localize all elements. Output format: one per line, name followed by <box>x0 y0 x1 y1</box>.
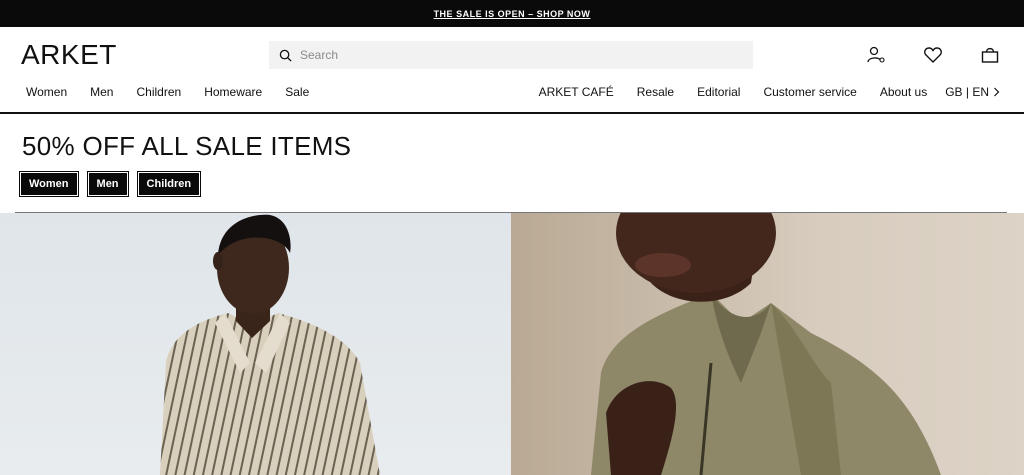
locale-selector[interactable]: GB | EN <box>945 85 1000 99</box>
nav-item-men[interactable]: Men <box>90 85 113 99</box>
search-bar[interactable] <box>269 41 753 69</box>
nav-item-homeware[interactable]: Homeware <box>204 85 262 99</box>
bag-icon <box>981 47 999 63</box>
wishlist-button[interactable] <box>922 44 944 66</box>
logo[interactable]: ARKET <box>21 38 117 72</box>
hero-image-women-illustration <box>160 214 380 475</box>
header-divider <box>0 112 1024 114</box>
category-chips: Women Men Children <box>19 171 211 197</box>
locale-label: GB | EN <box>945 85 989 99</box>
nav-item-customer-service[interactable]: Customer service <box>763 85 856 99</box>
nav-item-cafe[interactable]: ARKET CAFÉ <box>539 85 614 99</box>
account-icon <box>867 46 885 63</box>
search-input[interactable] <box>300 48 720 62</box>
nav-item-about-us[interactable]: About us <box>880 85 927 99</box>
account-button[interactable] <box>865 44 887 66</box>
nav-item-women[interactable]: Women <box>26 85 67 99</box>
nav-item-editorial[interactable]: Editorial <box>697 85 740 99</box>
nav-item-sale[interactable]: Sale <box>285 85 309 99</box>
chip-men[interactable]: Men <box>86 171 129 197</box>
announcement-bar: THE SALE IS OPEN – SHOP NOW <box>0 0 1024 27</box>
main-nav: Women Men Children Homeware Sale <box>26 85 332 99</box>
chip-women[interactable]: Women <box>19 171 79 197</box>
hero-image-men-illustration <box>591 213 941 475</box>
chevron-right-icon <box>994 87 1000 97</box>
page-title: 50% OFF ALL SALE ITEMS <box>22 131 352 161</box>
announcement-link[interactable]: THE SALE IS OPEN – SHOP NOW <box>434 9 591 19</box>
heart-icon <box>924 47 942 63</box>
chip-children[interactable]: Children <box>136 171 202 197</box>
bag-button[interactable] <box>979 44 1001 66</box>
nav-item-children[interactable]: Children <box>136 85 181 99</box>
hero-image-men[interactable] <box>511 213 1024 475</box>
hero-image-women[interactable] <box>0 213 511 475</box>
nav-item-resale[interactable]: Resale <box>637 85 674 99</box>
secondary-nav: ARKET CAFÉ Resale Editorial Customer ser… <box>516 85 1000 99</box>
search-icon <box>279 49 292 62</box>
